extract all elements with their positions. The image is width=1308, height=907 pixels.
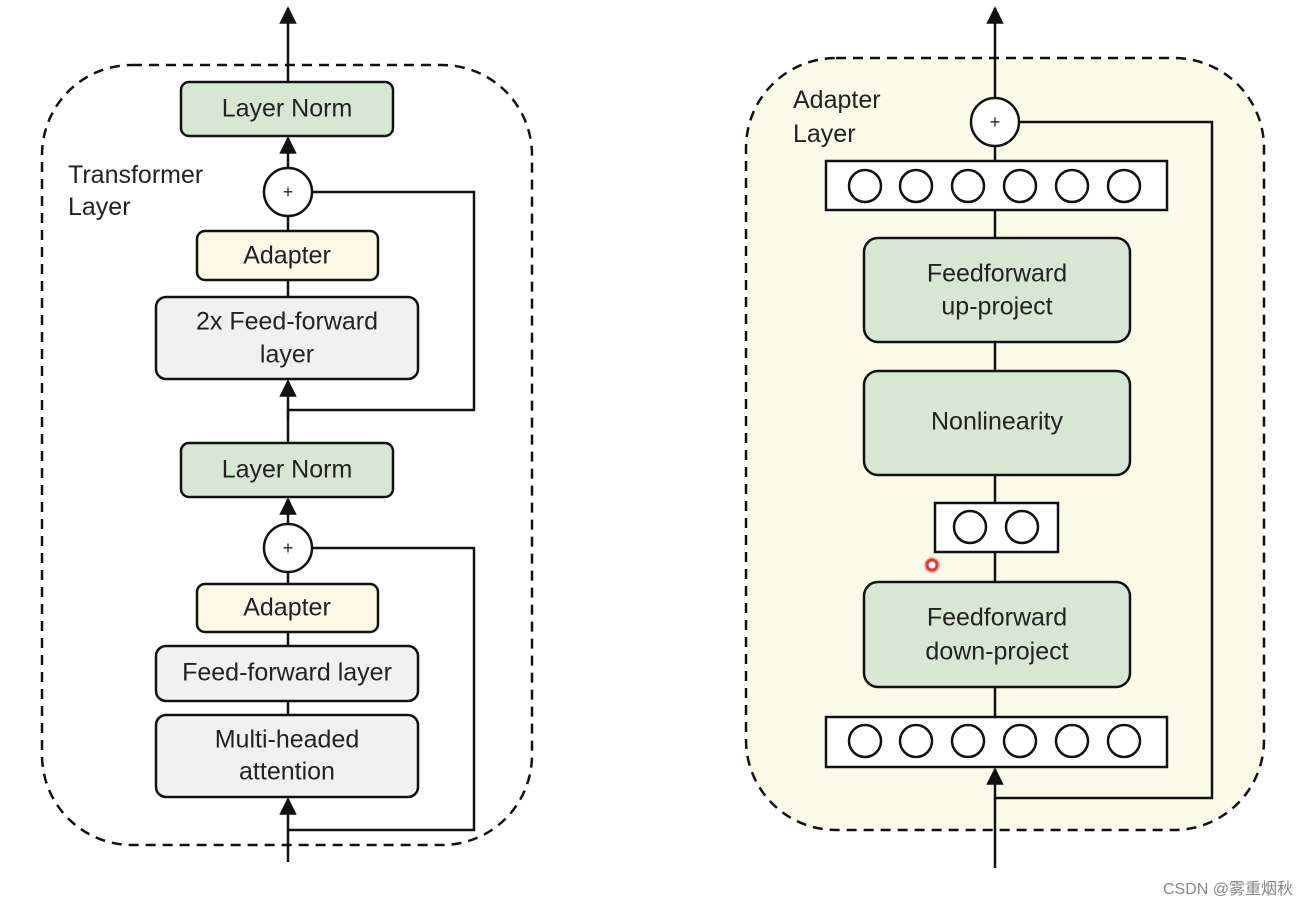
neuron (1054, 168, 1090, 204)
up-project-label: up-project (941, 293, 1052, 321)
neuron (952, 509, 988, 545)
down-project-box (862, 580, 1132, 689)
neuron (847, 723, 883, 759)
neuron (950, 168, 986, 204)
down-project-label: down-project (925, 638, 1068, 666)
feed-forward-label: Feed-forward layer (182, 659, 392, 687)
layer-norm-label: Layer Norm (222, 456, 353, 484)
feed-forward-2x-label: 2x Feed-forward (196, 308, 378, 336)
up-project-label: Feedforward (927, 260, 1067, 288)
attention-label: attention (239, 758, 335, 786)
neuron (1054, 723, 1090, 759)
adapter-layer-title: Layer (793, 120, 856, 148)
adapter-label: Adapter (243, 594, 331, 622)
watermark: CSDN @雾重烟秋 (1163, 880, 1293, 898)
neuron (1106, 168, 1142, 204)
plus-label: + (990, 112, 1001, 132)
neuron (950, 723, 986, 759)
plus-label: + (283, 182, 294, 202)
neuron (898, 723, 934, 759)
layer-norm-label: Layer Norm (222, 95, 353, 123)
neuron (1106, 723, 1142, 759)
neuron (1002, 723, 1038, 759)
neuron (1002, 168, 1038, 204)
adapter-label: Adapter (243, 242, 331, 270)
attention-label: Multi-headed (215, 726, 360, 754)
adapter-layer-title: Adapter (793, 86, 881, 114)
feed-forward-2x-label: layer (260, 341, 314, 369)
plus-label: + (283, 538, 294, 558)
up-project-box (862, 236, 1132, 344)
down-project-label: Feedforward (927, 604, 1067, 632)
neuron (898, 168, 934, 204)
transformer-layer-title: Transformer (68, 161, 203, 189)
nonlinearity-label: Nonlinearity (931, 408, 1064, 436)
cursor-indicator-dot (925, 558, 939, 572)
neuron (847, 168, 883, 204)
neuron (1004, 509, 1040, 545)
transformer-layer-title: Layer (68, 193, 131, 221)
adapter-diagram: Transformer Layer Layer Norm + Adapter 2… (40, 6, 1293, 898)
